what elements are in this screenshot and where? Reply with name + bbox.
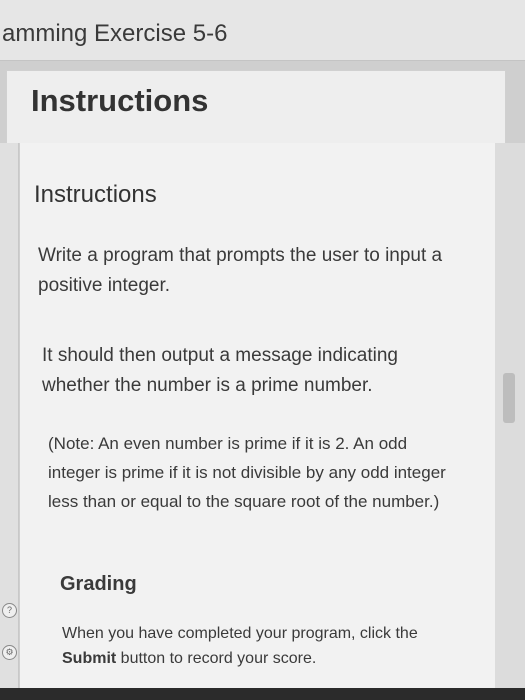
instructions-header-panel: Instructions [6, 70, 506, 144]
grading-text-after: button to record your score. [116, 650, 317, 667]
instruction-paragraph-2: It should then output a message indicati… [42, 345, 398, 396]
settings-icon[interactable]: ⚙ [2, 645, 17, 660]
help-icon[interactable]: ? [2, 603, 17, 618]
instructions-heading: Instructions [34, 181, 157, 208]
grading-heading: Grading [60, 573, 137, 595]
instructions-content: Instructions Write a program that prompt… [20, 143, 495, 700]
window-titlebar: amming Exercise 5-6 [0, 0, 525, 61]
left-rail: ? ⚙ [0, 143, 19, 700]
header-title: Instructions [31, 83, 209, 118]
submit-keyword: Submit [62, 650, 117, 667]
grading-text-before: When you have completed your program, cl… [62, 625, 418, 642]
grading-paragraph: When you have completed your program, cl… [62, 621, 442, 671]
instruction-paragraph-1: Write a program that prompts the user to… [38, 245, 443, 296]
instruction-note: (Note: An even number is prime if it is … [48, 434, 446, 511]
exercise-title: amming Exercise 5-6 [2, 20, 228, 47]
scroll-gutter [495, 143, 525, 700]
bottom-taskbar [0, 688, 525, 700]
scrollbar-thumb[interactable] [503, 373, 515, 423]
